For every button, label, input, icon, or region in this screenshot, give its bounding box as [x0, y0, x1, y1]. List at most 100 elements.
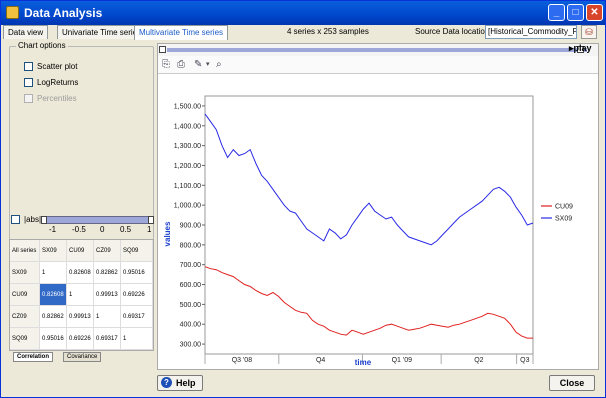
y-tick-label: 1,400.00 — [174, 123, 201, 130]
table-cell[interactable]: 0.69317 — [121, 306, 153, 328]
y-tick-label: 300.00 — [180, 342, 202, 349]
zoom-icon[interactable]: ⌕ — [216, 59, 228, 70]
slider-tick-label: -0.5 — [72, 225, 86, 234]
x-tick-label: Q4 — [316, 357, 325, 364]
app-icon — [6, 6, 19, 19]
scatter-plot-checkbox[interactable] — [24, 62, 33, 72]
slider-tick-label: -1 — [49, 225, 57, 234]
tab-univariate[interactable]: Univariate Time series — [57, 25, 147, 39]
samples-info: 4 series x 253 samples — [287, 27, 369, 36]
legend-label: SX09 — [555, 216, 572, 223]
edit-chart-icon[interactable]: ✎ — [194, 59, 206, 70]
table-header: SQ09 — [121, 240, 153, 262]
table-cell[interactable]: 0.95016 — [121, 262, 153, 284]
y-tick-label: 1,000.00 — [174, 203, 201, 210]
table-cell-selected[interactable]: 0.82608 — [40, 284, 67, 306]
help-label: Help — [176, 378, 196, 388]
percentiles-label: Percentiles — [37, 94, 77, 103]
play-button[interactable]: ▸play — [569, 43, 599, 55]
correlation-table: All series SX09 CU09 CZ09 SQ09 SX09 1 0.… — [9, 239, 154, 351]
table-cell[interactable]: 1 — [121, 328, 153, 350]
help-button[interactable]: ? Help — [157, 375, 203, 391]
y-tick-label: 800.00 — [180, 242, 202, 249]
table-header: SX09 — [40, 240, 67, 262]
time-series-chart: 300.00 400.00 500.00 600.00 700.00 800.00 900.… — [163, 95, 573, 367]
x-tick-label: Q3 '08 — [232, 357, 253, 364]
chart-options-legend: Chart options — [16, 41, 68, 50]
x-tick-label: Q2 — [474, 357, 483, 364]
percentiles-checkbox — [24, 94, 33, 104]
table-cell[interactable]: 0.69226 — [67, 328, 94, 350]
table-header: All series — [10, 240, 40, 262]
chart-scrollbar[interactable] — [158, 44, 598, 56]
tab-correlation[interactable]: Correlation — [13, 352, 54, 362]
abs-checkbox[interactable] — [11, 215, 20, 225]
y-axis-label: values — [163, 221, 172, 246]
logreturns-checkbox[interactable] — [24, 78, 33, 88]
tab-data-view[interactable]: Data view — [3, 25, 49, 39]
table-header: CU09 — [67, 240, 94, 262]
y-tick-label: 1,100.00 — [174, 183, 201, 190]
abs-label: |abs| — [24, 215, 42, 224]
source-label: Source Data location : — [415, 27, 494, 36]
close-button[interactable]: Close — [549, 375, 595, 391]
table-header: CZ09 — [94, 240, 121, 262]
row-header: CU09 — [10, 284, 40, 306]
table-cell[interactable]: 0.99913 — [94, 284, 121, 306]
y-tick-label: 500.00 — [180, 302, 202, 309]
abs-option[interactable]: |abs| — [11, 215, 42, 225]
x-axis-label: time — [355, 358, 372, 367]
table-cell[interactable]: 1 — [67, 284, 94, 306]
table-cell[interactable]: 0.99913 — [67, 306, 94, 328]
table-cell[interactable]: 1 — [94, 306, 121, 328]
close-window-button[interactable]: ✕ — [586, 4, 603, 21]
scroll-track[interactable] — [167, 48, 587, 52]
y-tick-label: 1,300.00 — [174, 143, 201, 150]
open-folder-button[interactable]: ⛁ — [581, 25, 597, 39]
table-cell[interactable]: 1 — [40, 262, 67, 284]
logreturns-label: LogReturns — [37, 78, 79, 87]
table-cell[interactable]: 0.69317 — [94, 328, 121, 350]
title-bar[interactable]: Data Analysis _ □ ✕ — [1, 1, 605, 25]
scroll-left-handle[interactable] — [159, 46, 166, 53]
row-header: SQ09 — [10, 328, 40, 350]
row-header: SX09 — [10, 262, 40, 284]
scatter-plot-option[interactable]: Scatter plot — [24, 62, 77, 74]
chart-panel: ⎘ ⎙ ✎ ▾ ⌕ 300.00 400.00 500.00 600.00 700.00… — [157, 43, 599, 370]
x-tick-label: Q3 — [520, 357, 529, 364]
percentiles-option: Percentiles — [24, 94, 77, 106]
slider-max-handle[interactable] — [148, 216, 154, 224]
copy-icon[interactable]: ⎘ — [162, 59, 174, 70]
help-icon: ? — [161, 377, 172, 388]
table-cell[interactable]: 0.82608 — [67, 262, 94, 284]
legend-label: CU09 — [555, 204, 573, 211]
slider-min-handle[interactable] — [41, 216, 47, 224]
print-icon[interactable]: ⎙ — [177, 59, 189, 70]
source-location-field[interactable]: [Historical_Commodity_Price — [485, 25, 577, 39]
y-tick-label: 600.00 — [180, 282, 202, 289]
y-tick-label: 900.00 — [180, 223, 202, 230]
tab-covariance[interactable]: Covariance — [63, 352, 102, 362]
maximize-button[interactable]: □ — [567, 4, 584, 21]
minimize-button[interactable]: _ — [548, 4, 565, 21]
scatter-plot-label: Scatter plot — [37, 62, 78, 71]
chart-toolbar: ⎘ ⎙ ✎ ▾ ⌕ — [158, 56, 598, 74]
data-analysis-window: Data Analysis _ □ ✕ Data view Univariate… — [0, 0, 606, 398]
table-cell[interactable]: 0.82862 — [94, 262, 121, 284]
correlation-range-slider[interactable] — [41, 216, 154, 224]
table-cell[interactable]: 0.69226 — [121, 284, 153, 306]
bottom-tab-bar: Correlation Covariance — [9, 352, 154, 362]
logreturns-option[interactable]: LogReturns — [24, 78, 78, 90]
tab-multivariate[interactable]: Multivariate Time series — [134, 25, 229, 40]
y-tick-label: 700.00 — [180, 262, 202, 269]
slider-tick-label: 0 — [100, 225, 105, 234]
window-title: Data Analysis — [24, 6, 103, 20]
table-cell[interactable]: 0.82862 — [40, 306, 67, 328]
x-tick-label: Q1 '09 — [392, 357, 413, 364]
y-tick-label: 400.00 — [180, 322, 202, 329]
left-panel: Chart options Scatter plot LogReturns Pe… — [9, 41, 154, 363]
y-tick-label: 1,200.00 — [174, 163, 201, 170]
table-cell[interactable]: 0.95016 — [40, 328, 67, 350]
slider-tick-label: 1 — [147, 225, 152, 234]
tab-bar: Data view Univariate Time series Multiva… — [1, 25, 605, 40]
